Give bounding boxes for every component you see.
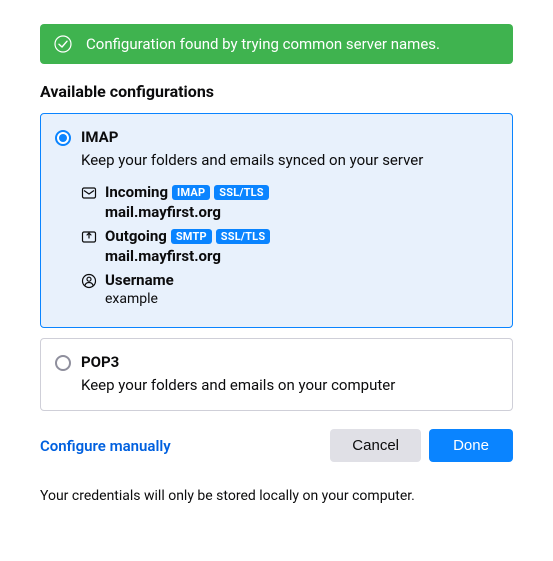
outgoing-security-tag: SSL/TLS bbox=[216, 229, 271, 244]
user-icon bbox=[81, 273, 97, 289]
pop3-body: POP3 Keep your folders and emails on you… bbox=[81, 353, 496, 396]
radio-pop3[interactable] bbox=[55, 355, 71, 371]
banner-message: Configuration found by trying common ser… bbox=[86, 34, 440, 54]
outgoing-row: Outgoing SMTP SSL/TLS mail.mayfirst.org bbox=[81, 227, 496, 265]
radio-imap[interactable] bbox=[55, 130, 71, 146]
credentials-footnote: Your credentials will only be stored loc… bbox=[40, 488, 513, 504]
imap-body: IMAP Keep your folders and emails synced… bbox=[81, 128, 496, 313]
pop3-title: POP3 bbox=[81, 353, 496, 371]
username-value: example bbox=[105, 291, 496, 307]
button-group: Cancel Done bbox=[330, 429, 513, 462]
imap-description: Keep your folders and emails synced on y… bbox=[81, 150, 496, 171]
outgoing-host: mail.mayfirst.org bbox=[105, 247, 496, 265]
configure-manually-link[interactable]: Configure manually bbox=[40, 437, 171, 455]
check-icon bbox=[54, 35, 72, 53]
incoming-label: Incoming bbox=[105, 183, 168, 201]
incoming-icon bbox=[81, 185, 97, 201]
outgoing-label: Outgoing bbox=[105, 227, 167, 245]
config-option-imap[interactable]: IMAP Keep your folders and emails synced… bbox=[40, 113, 513, 328]
username-row: Username example bbox=[81, 271, 496, 307]
username-label: Username bbox=[105, 271, 496, 289]
outgoing-protocol-tag: SMTP bbox=[171, 229, 212, 244]
imap-title: IMAP bbox=[81, 128, 496, 146]
available-configurations-heading: Available configurations bbox=[40, 82, 513, 101]
footer-row: Configure manually Cancel Done bbox=[40, 429, 513, 462]
config-option-pop3[interactable]: POP3 Keep your folders and emails on you… bbox=[40, 338, 513, 411]
incoming-protocol-tag: IMAP bbox=[172, 185, 210, 200]
outgoing-icon bbox=[81, 229, 97, 245]
pop3-description: Keep your folders and emails on your com… bbox=[81, 375, 496, 396]
incoming-row: Incoming IMAP SSL/TLS mail.mayfirst.org bbox=[81, 183, 496, 221]
incoming-security-tag: SSL/TLS bbox=[214, 185, 269, 200]
cancel-button[interactable]: Cancel bbox=[330, 429, 421, 462]
incoming-host: mail.mayfirst.org bbox=[105, 203, 496, 221]
success-banner: Configuration found by trying common ser… bbox=[40, 24, 513, 64]
done-button[interactable]: Done bbox=[429, 429, 513, 462]
